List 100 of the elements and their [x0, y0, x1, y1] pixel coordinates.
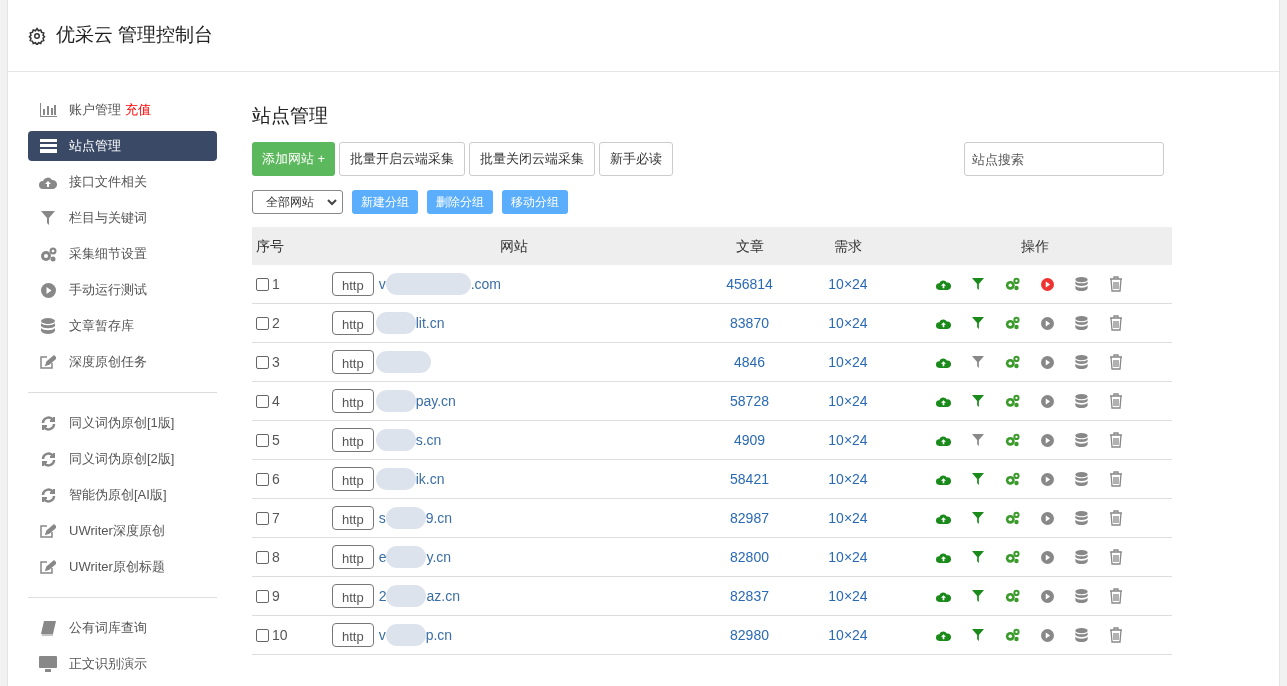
filter-icon[interactable] [972, 317, 984, 329]
gears-icon[interactable] [1005, 550, 1020, 564]
gears-icon[interactable] [1005, 628, 1020, 642]
database-icon[interactable] [1075, 550, 1088, 564]
cloud-upload-icon[interactable] [936, 317, 951, 329]
row-checkbox[interactable] [256, 394, 269, 408]
row-checkbox[interactable] [256, 316, 269, 330]
play-icon[interactable] [1041, 277, 1054, 291]
gears-icon[interactable] [1005, 472, 1020, 486]
sidebar-item[interactable]: 正文识别演示 [28, 649, 217, 679]
database-icon[interactable] [1075, 316, 1088, 330]
play-icon[interactable] [1041, 433, 1054, 447]
filter-icon[interactable] [972, 434, 984, 446]
group-dropdown[interactable]: 全部网站 [252, 190, 343, 214]
list-icon [39, 139, 57, 153]
gears-icon[interactable] [1005, 277, 1020, 291]
gears-icon[interactable] [1005, 433, 1020, 447]
blurred-text [375, 312, 416, 334]
filter-icon[interactable] [972, 473, 984, 485]
blurred-text [375, 429, 416, 451]
sidebar-item[interactable]: 深度原创任务 [28, 347, 217, 377]
recharge-link[interactable]: 充值 [125, 100, 151, 120]
database-icon[interactable] [1075, 511, 1088, 525]
play-icon[interactable] [1041, 628, 1054, 642]
cloud-upload-icon[interactable] [936, 590, 951, 602]
toolbar-button[interactable]: 新手必读 [599, 142, 674, 176]
sidebar-item[interactable]: 同义词伪原创[2版] [28, 444, 217, 474]
sidebar-item[interactable]: UWriter原创标题 [28, 552, 217, 582]
database-icon[interactable] [1075, 589, 1088, 603]
play-icon[interactable] [1041, 394, 1054, 408]
row-checkbox[interactable] [256, 472, 269, 486]
page-title: 优采云 管理控制台 [56, 23, 214, 48]
toolbar-button[interactable]: 批量开启云端采集 [339, 142, 466, 176]
database-icon[interactable] [1075, 394, 1088, 408]
filter-icon[interactable] [972, 551, 984, 563]
row-checkbox[interactable] [256, 589, 269, 603]
cloud-upload-icon[interactable] [936, 512, 951, 524]
play-icon[interactable] [1041, 472, 1054, 486]
cloud-upload-icon[interactable] [936, 434, 951, 446]
gears-icon[interactable] [1005, 511, 1020, 525]
cloud-upload-icon[interactable] [936, 356, 951, 368]
trash-icon[interactable] [1109, 549, 1123, 565]
http-badge: http [332, 506, 374, 530]
trash-icon[interactable] [1109, 276, 1123, 292]
gears-icon[interactable] [1005, 589, 1020, 603]
cloud-upload-icon[interactable] [936, 395, 951, 407]
filter-icon[interactable] [972, 356, 984, 368]
trash-icon[interactable] [1109, 315, 1123, 331]
gears-icon[interactable] [1005, 355, 1020, 369]
trash-icon[interactable] [1109, 393, 1123, 409]
http-badge: http [332, 311, 374, 335]
sidebar-item[interactable]: 接口文件相关 [28, 167, 217, 197]
cloud-upload-icon[interactable] [936, 473, 951, 485]
play-icon[interactable] [1041, 550, 1054, 564]
gears-icon[interactable] [1005, 394, 1020, 408]
row-checkbox[interactable] [256, 550, 269, 564]
trash-icon[interactable] [1109, 432, 1123, 448]
sidebar-item[interactable]: 同义词伪原创[1版] [28, 408, 217, 438]
sidebar-item[interactable]: 手动运行测试 [28, 275, 217, 305]
database-icon[interactable] [1075, 628, 1088, 642]
database-icon[interactable] [1075, 433, 1088, 447]
trash-icon[interactable] [1109, 588, 1123, 604]
column-header: 操作 [1020, 236, 1050, 256]
sidebar-item[interactable]: 账户管理 充值 [28, 95, 217, 125]
sidebar-item[interactable]: 站点管理 [28, 131, 217, 161]
search-field[interactable]: 站点搜索 [964, 142, 1164, 176]
trash-icon[interactable] [1109, 471, 1123, 487]
sidebar-item[interactable]: UWriter深度原创 [28, 516, 217, 546]
filter-icon[interactable] [972, 590, 984, 602]
play-icon[interactable] [1041, 511, 1054, 525]
play-icon[interactable] [1041, 355, 1054, 369]
filter-icon[interactable] [972, 629, 984, 641]
filter-icon[interactable] [972, 278, 984, 290]
cloud-upload-icon[interactable] [936, 551, 951, 563]
cloud-upload-icon[interactable] [936, 278, 951, 290]
sidebar-item[interactable]: 栏目与关键词 [28, 203, 217, 233]
toolbar-button[interactable]: 批量关闭云端采集 [469, 142, 596, 176]
trash-icon[interactable] [1109, 627, 1123, 643]
website-text: v [378, 274, 386, 294]
sidebar-item[interactable]: 文章暂存库 [28, 311, 217, 341]
row-checkbox[interactable] [256, 628, 269, 642]
row-checkbox[interactable] [256, 355, 269, 369]
sidebar-item[interactable]: 公有词库查询 [28, 613, 217, 643]
gears-icon[interactable] [1005, 316, 1020, 330]
trash-icon[interactable] [1109, 510, 1123, 526]
database-icon[interactable] [1075, 277, 1088, 291]
row-checkbox[interactable] [256, 433, 269, 447]
cloud-upload-icon[interactable] [936, 629, 951, 641]
row-checkbox[interactable] [256, 511, 269, 525]
row-checkbox[interactable] [256, 277, 269, 291]
sidebar-item[interactable]: 智能伪原创[AI版] [28, 480, 217, 510]
filter-icon[interactable] [972, 395, 984, 407]
play-icon[interactable] [1041, 316, 1054, 330]
sidebar-item[interactable]: 采集细节设置 [28, 239, 217, 269]
filter-icon[interactable] [972, 512, 984, 524]
database-icon[interactable] [1075, 472, 1088, 486]
website-text: az.cn [426, 586, 460, 606]
trash-icon[interactable] [1109, 354, 1123, 370]
play-icon[interactable] [1041, 589, 1054, 603]
database-icon[interactable] [1075, 355, 1088, 369]
